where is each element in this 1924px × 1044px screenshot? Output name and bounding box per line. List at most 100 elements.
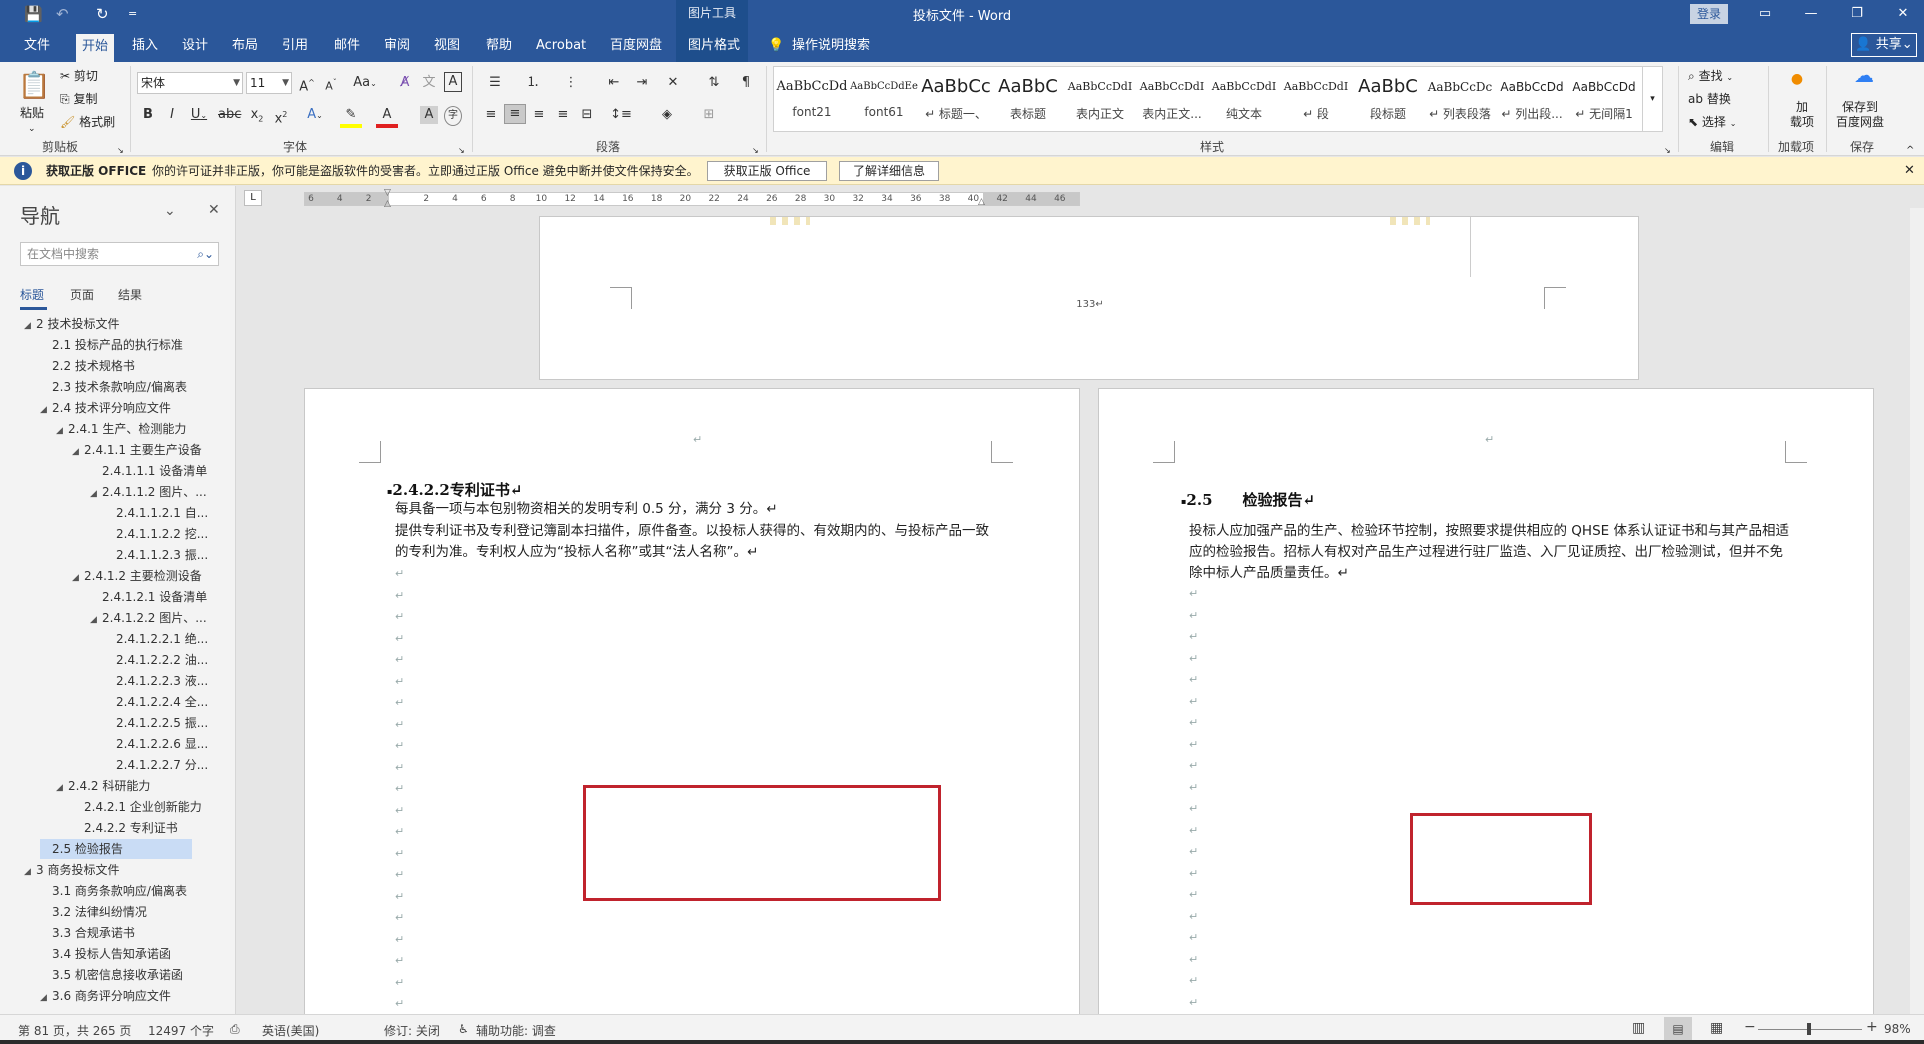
accessibility-status[interactable]: 辅助功能: 调查 [476,1022,556,1039]
style-table-title[interactable]: AaBbC 表标题 [992,67,1064,131]
nav-heading-item[interactable]: 2.4.1.1.2.2 挖... [104,524,208,544]
ribbon-display-icon[interactable]: ▭ [1742,0,1788,28]
nav-heading-item[interactable]: 2.4.1.2.2.4 全... [104,692,208,712]
collapse-arrow-icon[interactable]: ◢ [90,610,102,630]
nav-heading-item[interactable]: 2.4.1.1.1 设备清单 [90,461,207,481]
collapse-arrow-icon[interactable]: ◢ [24,316,36,336]
nav-heading-item[interactable]: 2.4.1.2.2.2 油... [104,650,208,670]
character-border-icon[interactable]: A [444,72,462,92]
nav-heading-item[interactable]: 3.4 投标人告知承诺函 [40,944,171,964]
nav-heading-item[interactable]: 2.4.1.2.2.6 显... [104,734,208,754]
minimize-icon[interactable]: — [1788,0,1834,28]
nav-heading-item[interactable]: 2.4.1.2.2.7 分... [104,755,208,775]
nav-heading-item[interactable]: ◢ 2.4.1.2 主要检测设备 [72,566,202,586]
font-name-combo[interactable]: 宋体 ▼ [137,72,243,94]
styles-more-icon[interactable]: ▾ [1642,67,1662,131]
collapse-arrow-icon[interactable]: ◢ [56,421,68,441]
paste-dropdown-icon[interactable]: ⌄ [28,120,36,138]
customize-qat-icon[interactable]: = [128,4,137,24]
collapse-arrow-icon[interactable]: ◢ [90,484,102,504]
tab-mailings[interactable]: 邮件 [328,36,366,60]
nav-heading-item[interactable]: 2.4.1.1.2.3 振... [104,545,208,565]
word-count[interactable]: 12497 个字 [148,1022,214,1039]
align-left-icon[interactable]: ≡ [482,106,500,124]
nav-heading-item[interactable]: ◢ 2.4.2 科研能力 [56,776,150,796]
nav-heading-item[interactable]: 2.2 技术规格书 [40,356,135,376]
style-font61[interactable]: AaBbCcDdEe font61 [848,67,920,131]
save-to-baidu-button[interactable]: 保存到 百度网盘 [1836,100,1884,130]
tab-baidu-netdisk[interactable]: 百度网盘 [604,36,668,60]
addins-icon[interactable]: ● [1788,70,1806,88]
increase-indent-icon[interactable]: ⇥ [632,74,652,92]
nav-heading-item[interactable]: 2.1 投标产品的执行标准 [40,335,183,355]
nav-heading-item[interactable]: 2.4.1.2.2.1 绝... [104,629,208,649]
nav-heading-item[interactable]: 3.3 合规承诺书 [40,923,135,943]
paragraph-score[interactable]: 每具备一项与本包别物资相关的发明专利 0.5 分，满分 3 分。↵ [395,499,995,520]
phonetic-guide-icon[interactable]: 文 [420,74,438,92]
style-font21[interactable]: AaBbCcDd font21 [776,67,848,131]
tab-file[interactable]: 文件 [18,36,56,60]
search-icon[interactable]: ⌕⌄ [197,243,214,265]
cut-button[interactable]: ✂ 剪切 [60,67,98,85]
nav-heading-item[interactable]: ◢ 3.6 商务评分响应文件 [40,986,171,1006]
restore-icon[interactable]: ❐ [1834,0,1880,28]
heading-inspection-report[interactable]: ▪2.5 检验报告↵ [1181,489,1315,510]
nav-heading-item[interactable]: 2.4.1.2.2.3 液... [104,671,208,691]
copy-button[interactable]: ⎘ 复制 [60,90,97,108]
shrink-font-icon[interactable]: Aˇ [322,74,340,96]
tab-insert[interactable]: 插入 [126,36,164,60]
italic-icon[interactable]: I [164,106,180,124]
selected-image-placeholder[interactable] [583,785,941,901]
change-case-icon[interactable]: Aa⌄ [350,74,380,93]
tab-home[interactable]: 开始 [76,34,115,62]
center-icon[interactable]: ≡ [504,104,526,124]
nav-heading-item[interactable]: ◢ 2 技术投标文件 [24,314,119,334]
collapse-arrow-icon[interactable]: ◢ [72,442,84,462]
collapse-arrow-icon[interactable]: ◢ [40,400,52,420]
share-button[interactable]: 👤 共享⌄ [1851,33,1917,57]
nav-heading-item[interactable]: ◢ 3 商务投标文件 [24,860,119,880]
bullets-icon[interactable]: ☰ [482,74,508,92]
replace-button[interactable]: ab 替换 [1688,90,1731,108]
save-icon[interactable]: 💾 [24,4,43,24]
nav-heading-item[interactable]: ◢ 2.4.1.1 主要生产设备 [72,440,202,460]
nav-heading-item[interactable]: 3.5 机密信息接收承诺函 [40,965,183,985]
font-color-icon[interactable]: A [376,106,398,128]
borders-icon[interactable]: ⊞ [694,106,724,124]
vertical-scrollbar[interactable] [1910,208,1924,1014]
heading-patent-certificate[interactable]: ▪2.4.2.2专利证书↵ [387,479,522,500]
baidu-cloud-icon[interactable]: ☁ [1852,65,1876,90]
web-layout-icon[interactable]: ▦ [1710,1020,1723,1036]
proofing-icon[interactable]: ⎙ [230,1022,240,1037]
text-effects-icon[interactable]: A⌄ [304,106,326,125]
read-mode-icon[interactable]: ▥ [1632,1020,1645,1036]
nav-tab-headings[interactable]: 标题 [20,286,44,303]
get-genuine-office-button[interactable]: 获取正版 Office [707,161,827,181]
style-plain-text[interactable]: AaBbCcDdI 纯文本 [1208,67,1280,131]
nav-heading-item[interactable]: 2.4.1.1.2.1 自... [104,503,208,523]
nav-heading-item[interactable]: 2.3 技术条款响应/偏离表 [40,377,187,397]
show-marks-icon[interactable]: ¶ [736,74,756,92]
tab-design[interactable]: 设计 [176,36,214,60]
print-layout-icon[interactable]: ▤ [1664,1017,1692,1041]
nav-heading-item[interactable]: 2.4.2.2 专利证书 [72,818,178,838]
close-window-icon[interactable]: ✕ [1880,0,1924,28]
page-prev[interactable]: 133↵ [539,216,1639,380]
zoom-out-button[interactable]: − [1744,1019,1756,1035]
zoom-slider-thumb[interactable] [1807,1023,1811,1035]
page-left[interactable]: ↵ ▪2.4.2.2专利证书↵ 每具备一项与本包别物资相关的发明专利 0.5 分… [304,388,1080,1014]
zoom-slider[interactable] [1758,1023,1862,1035]
collapse-arrow-icon[interactable]: ◢ [24,862,36,882]
zoom-in-button[interactable]: + [1866,1019,1878,1035]
paragraph-inspection[interactable]: 投标人应加强产品的生产、检验环节控制，按照要求提供相应的 QHSE 体系认证证书… [1189,521,1789,584]
nav-heading-item[interactable]: 3.1 商务条款响应/偏离表 [40,881,187,901]
collapse-arrow-icon[interactable]: ◢ [72,568,84,588]
page-count[interactable]: 第 81 页，共 265 页 [18,1022,131,1039]
enclose-characters-icon[interactable]: 字 [444,106,462,126]
nav-tab-results[interactable]: 结果 [118,286,142,303]
first-line-indent-marker[interactable]: ▽ [384,188,391,198]
nav-heading-item[interactable]: 2.5 检验报告 [40,839,192,859]
nav-heading-item[interactable]: ◢ 2.4.1 生产、检测能力 [56,419,186,439]
ruler-strip[interactable]: 6 4 2 2 4 6 8 10 12 14 16 18 20 22 24 26 28 30 32 34 36 38 40 4… [304,188,1080,209]
underline-icon[interactable]: U⌄ [188,106,210,125]
